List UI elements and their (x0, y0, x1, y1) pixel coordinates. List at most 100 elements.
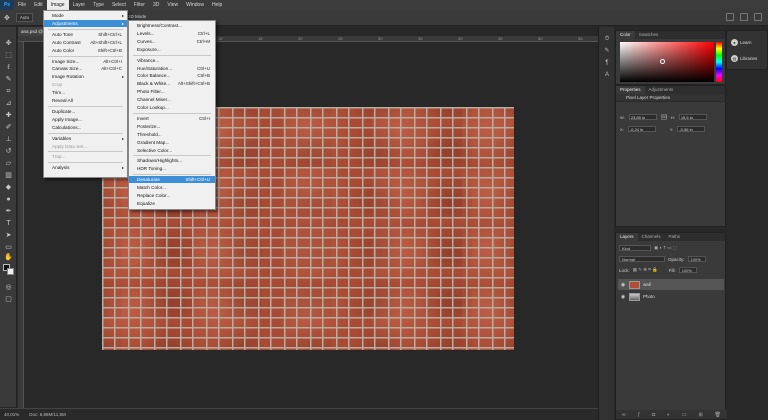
shape-icon[interactable]: ▭ (4, 243, 13, 252)
menu-item-photo-filter[interactable]: Photo Filter... (129, 88, 215, 95)
x-field[interactable]: -0,24 in (627, 126, 656, 132)
hue-slider[interactable] (716, 42, 722, 82)
character-icon[interactable]: A (603, 71, 611, 79)
gradient-icon[interactable]: ▥ (4, 171, 13, 180)
layer-wall[interactable]: ◉ wall (618, 279, 724, 290)
link-layers-icon[interactable]: ∞ (622, 412, 626, 418)
zoom-level[interactable]: 40,01% (4, 412, 19, 417)
menu-item-brightness-contrast[interactable]: Brightness/Contrast... (129, 22, 215, 29)
fill-field[interactable]: 100% (678, 267, 697, 273)
menu-item-channel-mixer[interactable]: Channel Mixer... (129, 96, 215, 103)
width-field[interactable]: 23,85 in (628, 114, 657, 120)
menu-item-color-lookup[interactable]: Color Lookup... (129, 104, 215, 111)
crop-icon[interactable]: ⌗ (4, 87, 13, 96)
healing-icon[interactable]: ✚ (4, 111, 13, 120)
y-field[interactable]: -0,56 in (677, 126, 706, 132)
new-layer-icon[interactable]: ⊞ (699, 412, 703, 418)
learn-button[interactable]: ● Learn (731, 39, 752, 46)
menu-item-hue-saturation[interactable]: Hue/Saturation... Ctrl+U (129, 65, 215, 72)
tab-channels[interactable]: Channels (638, 233, 665, 241)
kind-filter[interactable]: Kind (619, 245, 651, 251)
hand-icon[interactable]: ✋ (4, 253, 13, 262)
menu-item-mode[interactable]: Mode ▸ (44, 12, 127, 19)
menu-item-shadows-highlights[interactable]: Shadows/Highlights... (129, 157, 215, 164)
eyedropper-icon[interactable]: ⊿ (4, 99, 13, 108)
tab-adjustments[interactable]: Adjustments (645, 86, 678, 94)
menu-file[interactable]: File (14, 0, 30, 10)
menu-item-exposure[interactable]: Exposure... (129, 46, 215, 53)
history-brush-icon[interactable]: ↺ (4, 147, 13, 156)
type-icon[interactable]: T (4, 219, 13, 228)
opacity-field[interactable]: 100% (687, 256, 706, 262)
quick-select-icon[interactable]: ✎ (4, 75, 13, 84)
menu-item-analysis[interactable]: Analysis ▸ (44, 164, 127, 171)
menu-item-color-balance[interactable]: Color Balance... Ctrl+B (129, 72, 215, 79)
menu-item-threshold[interactable]: Threshold... (129, 131, 215, 138)
eye-icon[interactable]: ◉ (620, 282, 626, 288)
menu-help[interactable]: Help (208, 0, 226, 10)
brush-settings-icon[interactable]: ✎ (603, 47, 611, 55)
tab-paths[interactable]: Paths (665, 233, 685, 241)
menu-item-vibrance[interactable]: Vibrance... (129, 57, 215, 64)
menu-item-variables[interactable]: Variables ▸ (44, 135, 127, 142)
paragraph-icon[interactable]: ¶ (603, 59, 611, 67)
tab-layers[interactable]: Layers (616, 233, 638, 241)
quick-mask-icon[interactable]: ◎ (4, 283, 13, 292)
menu-item-apply-image[interactable]: Apply Image... (44, 116, 127, 123)
lasso-icon[interactable]: ℓ (4, 63, 13, 72)
menu-filter[interactable]: Filter (130, 0, 149, 10)
menu-item-adjustments[interactable]: Adjustments ▸ (44, 19, 127, 27)
menu-item-auto-color[interactable]: Auto Color Shift+Ctrl+B (44, 47, 127, 54)
menu-item-match-color[interactable]: Match Color... (129, 184, 215, 191)
menu-item-gradient-map[interactable]: Gradient Map... (129, 139, 215, 146)
tab-color[interactable]: Color (616, 31, 635, 39)
link-toggle[interactable]: GO (660, 114, 667, 120)
menu-edit[interactable]: Edit (30, 0, 47, 10)
menu-item-image-rotation[interactable]: Image Rotation ▸ (44, 73, 127, 80)
menu-item-auto-contrast[interactable]: Auto Contrast Alt+Shift+Ctrl+L (44, 39, 127, 46)
search-icon[interactable] (726, 13, 734, 21)
menu-item-desaturate[interactable]: Desaturate Shift+Ctrl+U (129, 176, 215, 184)
group-icon[interactable]: ▭ (682, 412, 687, 418)
menu-item-levels[interactable]: Levels... Ctrl+L (129, 30, 215, 37)
stamp-icon[interactable]: ⊥ (4, 135, 13, 144)
pen-icon[interactable]: ✒ (4, 207, 13, 216)
menu-window[interactable]: Window (182, 0, 208, 10)
menu-item-invert[interactable]: Invert Ctrl+I (129, 115, 215, 122)
menu-item-calculations[interactable]: Calculations... (44, 124, 127, 131)
color-cursor[interactable] (660, 59, 665, 64)
eraser-icon[interactable]: ▱ (4, 159, 13, 168)
menu-item-crop[interactable]: Crop (44, 81, 127, 88)
brush-icon[interactable]: ✐ (4, 123, 13, 132)
move-tool-icon[interactable]: ✥ (4, 14, 10, 22)
menu-item-canvas-size[interactable]: Canvas Size... Alt+Ctrl+C (44, 65, 127, 72)
menu-type[interactable]: Type (89, 0, 108, 10)
workspace-icon[interactable] (740, 13, 748, 21)
menu-item-trim[interactable]: Trim... (44, 89, 127, 96)
path-select-icon[interactable]: ➤ (4, 231, 13, 240)
menu-item-image-size[interactable]: Image Size... Alt+Ctrl+I (44, 58, 127, 65)
menu-item-trap[interactable]: Trap... (44, 153, 127, 160)
auto-select-checkbox[interactable]: Auto (15, 13, 34, 22)
menu-item-curves[interactable]: Curves... Ctrl+M (129, 38, 215, 45)
tab-swatches[interactable]: Swatches (635, 31, 663, 39)
blur-icon[interactable]: ◆ (4, 183, 13, 192)
menu-view[interactable]: View (163, 0, 182, 10)
background-color-swatch[interactable] (7, 268, 14, 275)
blend-mode-select[interactable]: Normal (619, 256, 665, 262)
menu-item-selective-color[interactable]: Selective Color... (129, 147, 215, 154)
share-icon[interactable] (754, 13, 762, 21)
adjustment-layer-icon[interactable]: ◐ (667, 412, 670, 418)
filter-icons[interactable]: ▣ ◐ T ▭ ⬚ (654, 245, 677, 251)
menu-layer[interactable]: Layer (69, 0, 90, 10)
menu-item-duplicate[interactable]: Duplicate... (44, 108, 127, 115)
screen-mode-icon[interactable]: ▢ (4, 295, 13, 304)
mask-icon[interactable]: ◘ (652, 412, 655, 418)
fx-icon[interactable]: ƒ (637, 412, 640, 418)
menu-item-equalize[interactable]: Equalize (129, 200, 215, 207)
menu-3d[interactable]: 3D (149, 0, 163, 10)
menu-item-replace-color[interactable]: Replace Color... (129, 192, 215, 199)
eye-icon[interactable]: ◉ (620, 294, 626, 300)
height-field[interactable]: 15,5 in (678, 114, 707, 120)
marquee-icon[interactable]: ⬚ (4, 51, 13, 60)
